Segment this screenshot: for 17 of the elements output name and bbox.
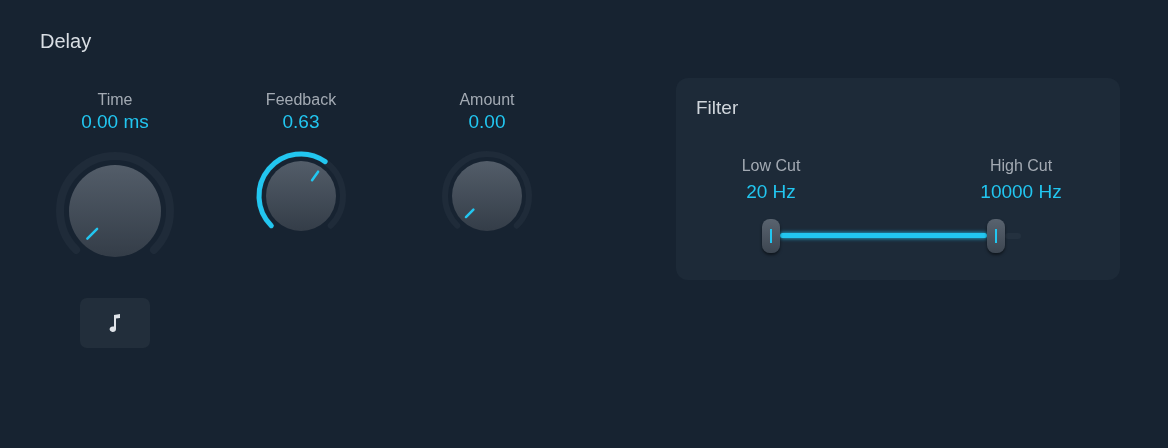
- knob-label: Amount: [459, 90, 515, 110]
- knob-label: Time: [97, 90, 133, 110]
- knob-value: 0.00 ms: [81, 110, 149, 134]
- slider-handle[interactable]: [762, 219, 780, 253]
- slider-label: High Cut: [988, 156, 1054, 176]
- slider-value: 10000 Hz: [979, 180, 1063, 204]
- slider-handle[interactable]: [987, 219, 1005, 253]
- slider-track: [1005, 233, 1021, 239]
- slider-value: 20 Hz: [745, 180, 797, 204]
- knob-value: 0.63: [282, 110, 320, 134]
- section-title: Delay: [39, 29, 93, 54]
- panel-title: Filter: [696, 96, 740, 120]
- sync-button[interactable]: [80, 298, 150, 348]
- music-note-icon: [108, 313, 122, 333]
- slider-label: Low Cut: [740, 156, 802, 176]
- knob-label: Feedback: [265, 90, 337, 110]
- knob-value: 0.00: [468, 110, 506, 134]
